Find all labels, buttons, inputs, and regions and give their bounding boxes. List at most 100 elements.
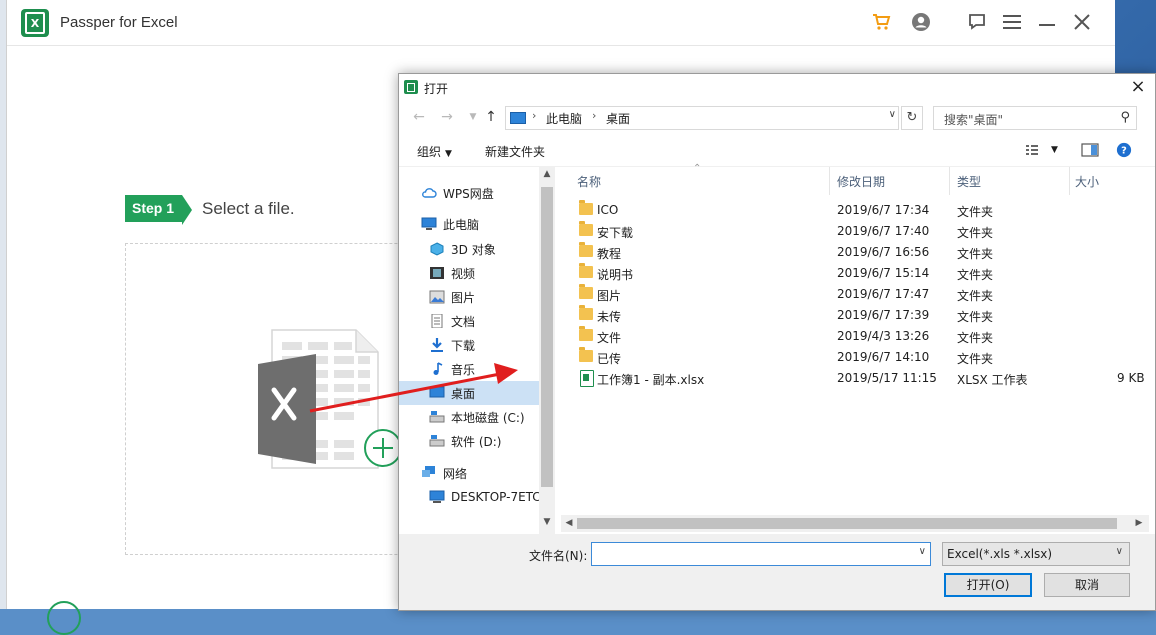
tree-item[interactable]: 图片	[399, 285, 554, 309]
close-icon[interactable]	[1070, 10, 1094, 34]
file-row[interactable]: 安下载 2019/6/7 17:40 文件夹	[575, 221, 1145, 242]
chevron-right-icon[interactable]: ›	[532, 109, 536, 122]
tree-item[interactable]: 文档	[399, 309, 554, 333]
tree-item[interactable]: WPS网盘	[399, 181, 554, 205]
column-divider[interactable]	[949, 167, 950, 195]
folder-icon	[579, 200, 593, 215]
dialog-close-button[interactable]: ×	[1129, 78, 1147, 96]
search-icon[interactable]: ⚲	[1120, 110, 1130, 125]
navigation-bar: ← → ▼ ↑ › 此电脑 › 桌面 ∨ ↻ 搜索"桌面" ⚲	[399, 103, 1155, 133]
tree-item[interactable]: 视频	[399, 261, 554, 285]
tree-item-label: 网络	[443, 466, 468, 481]
chevron-down-icon[interactable]: ∨	[889, 109, 896, 120]
tree-item[interactable]: DESKTOP-7ETC	[399, 485, 554, 509]
filename-field[interactable]: ∨	[591, 542, 931, 566]
column-header-name[interactable]: 名称	[577, 173, 601, 190]
tree-item[interactable]: 软件 (D:)	[399, 429, 554, 453]
navigation-pane: WPS网盘此电脑 3D 对象视频图片文档 下载 音乐 桌面 本地磁盘 (C:) 软件 (D:…	[399, 167, 554, 515]
tree-item-label: 3D 对象	[451, 242, 496, 257]
file-type-value: Excel(*.xls *.xlsx)	[947, 547, 1053, 561]
step-text: Select a file.	[202, 198, 295, 218]
pc-icon	[421, 217, 437, 231]
file-row[interactable]: 工作簿1 - 副本.xlsx 2019/5/17 11:15 XLSX 工作表 9 K…	[575, 368, 1145, 389]
view-dropdown-icon[interactable]: ▼	[1051, 145, 1058, 155]
search-input[interactable]: 搜索"桌面" ⚲	[933, 106, 1137, 130]
excel-file-add-icon[interactable]	[252, 328, 402, 470]
tree-item[interactable]: 音乐	[399, 357, 554, 381]
scroll-down-icon[interactable]: ▼	[539, 517, 555, 527]
file-type: 文件夹	[957, 226, 994, 240]
horizontal-scroll-thumb[interactable]	[577, 518, 1117, 529]
open-button[interactable]: 打开(O)	[944, 573, 1032, 597]
help-icon[interactable]: ?	[1115, 142, 1133, 158]
scroll-right-icon[interactable]: ▶	[1131, 518, 1147, 528]
menu-icon[interactable]	[1000, 10, 1024, 34]
tree-item[interactable]: 网络	[399, 461, 554, 485]
tree-item-label: 图片	[451, 290, 476, 305]
minimize-icon[interactable]	[1036, 10, 1060, 34]
file-row[interactable]: 说明书 2019/6/7 15:14 文件夹	[575, 263, 1145, 284]
column-divider[interactable]	[1069, 167, 1070, 195]
refresh-icon[interactable]: ↻	[901, 106, 923, 130]
folder-icon	[579, 263, 593, 278]
column-header-size[interactable]: 大小	[1075, 173, 1099, 190]
folder-icon	[579, 221, 593, 236]
scroll-left-icon[interactable]: ◀	[561, 518, 577, 528]
filename-label: 文件名(N):	[529, 549, 588, 563]
horizontal-scrollbar[interactable]: ◀ ▶	[561, 515, 1149, 532]
sort-up-icon: ⌃	[693, 163, 702, 174]
xlsx-file-icon	[580, 370, 594, 387]
chevron-down-icon[interactable]: ∨	[1116, 546, 1123, 557]
preview-pane-icon[interactable]	[1081, 142, 1099, 158]
dialog-app-icon	[404, 80, 418, 94]
tree-item[interactable]: 下载	[399, 333, 554, 357]
breadcrumb-this-pc[interactable]: 此电脑	[546, 110, 582, 127]
folder-icon	[579, 284, 593, 299]
file-type-select[interactable]: Excel(*.xls *.xlsx) ∨	[942, 542, 1130, 566]
file-name: 教程	[597, 247, 622, 261]
file-row[interactable]: 教程 2019/6/7 16:56 文件夹	[575, 242, 1145, 263]
new-folder-button[interactable]: 新建文件夹	[485, 143, 545, 160]
back-arrow-icon[interactable]: ←	[411, 109, 427, 125]
file-row[interactable]: 图片 2019/6/7 17:47 文件夹	[575, 284, 1145, 305]
file-row[interactable]: 文件 2019/4/3 13:26 文件夹	[575, 326, 1145, 347]
up-arrow-icon[interactable]: ↑	[483, 109, 499, 125]
file-date: 2019/6/7 17:47	[837, 287, 930, 301]
file-date: 2019/5/17 11:15	[837, 371, 937, 385]
scroll-up-icon[interactable]: ▲	[539, 169, 555, 179]
file-name: 说明书	[597, 268, 634, 282]
feedback-icon[interactable]	[965, 10, 989, 34]
view-options-icon[interactable]	[1025, 142, 1043, 158]
folder-icon	[579, 305, 593, 320]
address-bar[interactable]: › 此电脑 › 桌面 ∨	[505, 106, 899, 130]
recent-dropdown-icon[interactable]: ▼	[465, 109, 481, 125]
tree-scrollbar[interactable]: ▲ ▼	[539, 167, 555, 534]
tree-item[interactable]: 桌面	[399, 381, 554, 405]
file-type: 文件夹	[957, 205, 994, 219]
tree-item[interactable]: 3D 对象	[399, 237, 554, 261]
file-row[interactable]: 未传 2019/6/7 17:39 文件夹	[575, 305, 1145, 326]
app-title: Passper for Excel	[60, 14, 178, 31]
file-type: 文件夹	[957, 247, 994, 261]
column-divider[interactable]	[829, 167, 830, 195]
chevron-right-icon[interactable]: ›	[592, 109, 596, 122]
chevron-down-icon[interactable]: ∨	[919, 546, 926, 557]
file-row[interactable]: 已传 2019/6/7 14:10 文件夹	[575, 347, 1145, 368]
file-type: 文件夹	[957, 289, 994, 303]
tree-item[interactable]: 此电脑	[399, 212, 554, 236]
cancel-button[interactable]: 取消	[1044, 573, 1130, 597]
organize-button[interactable]: 组织 ▼	[417, 143, 452, 160]
forward-arrow-icon[interactable]: →	[439, 109, 455, 125]
filename-input[interactable]	[592, 543, 910, 563]
tree-scroll-thumb[interactable]	[541, 187, 553, 487]
app-titlebar: X Passper for Excel	[7, 0, 1115, 46]
breadcrumb-desktop[interactable]: 桌面	[606, 110, 630, 127]
account-icon[interactable]	[909, 10, 933, 34]
column-header-date[interactable]: 修改日期	[837, 173, 885, 190]
folder-icon	[579, 347, 593, 362]
tree-item[interactable]: 本地磁盘 (C:)	[399, 405, 554, 429]
column-header-type[interactable]: 类型	[957, 173, 981, 190]
file-row[interactable]: ICO 2019/6/7 17:34 文件夹	[575, 200, 1145, 221]
cart-icon[interactable]	[869, 10, 893, 34]
next-step-indicator	[47, 601, 81, 635]
